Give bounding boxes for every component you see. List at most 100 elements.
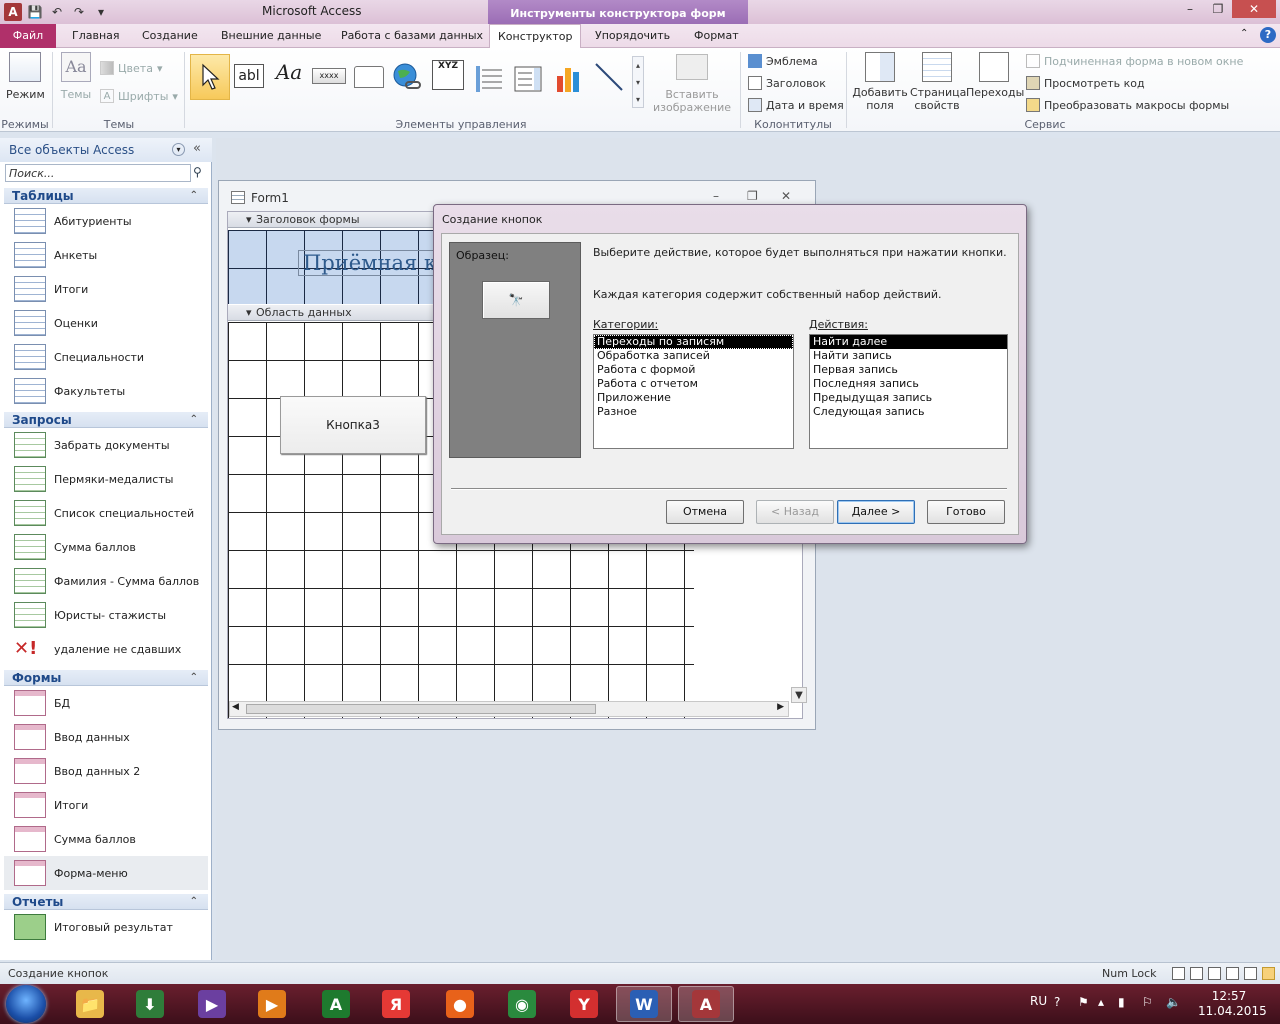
line-control-button[interactable]: [594, 62, 624, 92]
property-sheet-button[interactable]: Страница свойств: [910, 52, 966, 112]
nav-item[interactable]: Итоги: [4, 788, 208, 822]
taskbar-app-access[interactable]: A: [678, 986, 734, 1022]
nav-section-tables[interactable]: Таблицы ⌃: [4, 188, 208, 204]
form-minimize-icon[interactable]: –: [713, 189, 719, 203]
category-item[interactable]: Переходы по записям: [594, 335, 793, 349]
tray-expand-icon[interactable]: ▴: [1098, 995, 1104, 1009]
tray-language[interactable]: RU: [1030, 994, 1047, 1008]
datasheet-view-icon[interactable]: [1190, 967, 1203, 980]
category-item[interactable]: Работа с отчетом: [594, 377, 793, 391]
section-collapse-icon[interactable]: ⌃: [190, 188, 198, 204]
help-icon[interactable]: ?: [1260, 27, 1276, 43]
gallery-scroll[interactable]: ▴ ▾ ▾: [632, 56, 644, 108]
tab-home[interactable]: Главная: [64, 24, 128, 48]
actions-listbox[interactable]: Найти далее Найти запись Первая запись Посл…: [809, 334, 1008, 449]
pivot-view-icon[interactable]: [1244, 967, 1257, 980]
cancel-button[interactable]: Отмена: [666, 500, 744, 524]
nav-item[interactable]: Форма-меню: [4, 856, 208, 890]
hyperlink-control-button[interactable]: [392, 62, 422, 92]
taskbar-app-yandex[interactable]: Я: [368, 986, 424, 1022]
section-collapse-icon[interactable]: ⌃: [190, 670, 198, 686]
undo-icon[interactable]: ↶: [48, 3, 66, 21]
tab-order-button[interactable]: Переходы: [966, 52, 1024, 99]
design-view-active-icon[interactable]: [1262, 967, 1275, 980]
chart-control-button[interactable]: [554, 62, 586, 94]
nav-menu-chevron-icon[interactable]: ▾: [172, 143, 185, 156]
taskbar-app-download[interactable]: ⬇: [122, 986, 178, 1022]
label-control-button[interactable]: Aa: [272, 60, 306, 88]
nav-item[interactable]: Список специальностей: [4, 496, 208, 530]
nav-item[interactable]: БД: [4, 686, 208, 720]
subform-new-window-button[interactable]: Подчиненная форма в новом окне: [1026, 51, 1243, 71]
scroll-right-icon[interactable]: ▶: [777, 702, 784, 712]
option-group-button[interactable]: [474, 64, 504, 94]
form-command-button[interactable]: Кнопка3: [280, 396, 426, 454]
nav-item[interactable]: Сумма баллов: [4, 822, 208, 856]
search-icon[interactable]: ⚲: [193, 165, 202, 179]
nav-item[interactable]: Специальности: [4, 340, 208, 374]
start-button-icon[interactable]: [6, 985, 46, 1023]
nav-header[interactable]: Все объекты Access ▾ «: [0, 138, 212, 162]
action-item[interactable]: Найти запись: [810, 349, 1007, 363]
navigation-control-button[interactable]: XYZ: [432, 60, 464, 90]
category-item[interactable]: Обработка записей: [594, 349, 793, 363]
close-icon[interactable]: ✕: [1232, 0, 1276, 18]
restore-icon[interactable]: ❐: [1204, 0, 1232, 18]
convert-macros-button[interactable]: Преобразовать макросы формы: [1026, 95, 1229, 115]
fonts-button[interactable]: A Шрифты ▾: [100, 86, 178, 106]
nav-item[interactable]: Итоговый результат: [4, 910, 208, 944]
back-button[interactable]: < Назад: [756, 500, 834, 524]
taskbar-app-explorer[interactable]: 📁: [62, 986, 118, 1022]
view-code-button[interactable]: Просмотреть код: [1026, 73, 1145, 93]
form-title-label[interactable]: Приёмная ко: [298, 250, 455, 276]
nav-section-forms[interactable]: Формы ⌃: [4, 670, 208, 686]
taskbar-app-word[interactable]: W: [616, 986, 672, 1022]
taskbar-app-excel-a[interactable]: A: [308, 986, 364, 1022]
button-control-button[interactable]: xxxx: [312, 68, 346, 84]
nav-item[interactable]: Забрать документы: [4, 428, 208, 462]
category-item[interactable]: Разное: [594, 405, 793, 419]
nav-item[interactable]: Итоги: [4, 272, 208, 306]
categories-listbox[interactable]: Переходы по записям Обработка записей Рабо…: [593, 334, 794, 449]
nav-item[interactable]: Анкеты: [4, 238, 208, 272]
tab-control-button[interactable]: [354, 66, 384, 88]
redo-icon[interactable]: ↷: [70, 3, 88, 21]
category-item[interactable]: Приложение: [594, 391, 793, 405]
nav-item[interactable]: Абитуриенты: [4, 204, 208, 238]
nav-section-reports[interactable]: Отчеты ⌃: [4, 894, 208, 910]
themes-button[interactable]: Aa Темы: [58, 52, 94, 101]
tab-format[interactable]: Формат: [686, 24, 747, 48]
form-view-icon[interactable]: [1172, 967, 1185, 980]
tab-create[interactable]: Создание: [134, 24, 206, 48]
design-view-icon[interactable]: [1226, 967, 1239, 980]
nav-item[interactable]: Сумма баллов: [4, 530, 208, 564]
finish-button[interactable]: Готово: [927, 500, 1005, 524]
nav-item[interactable]: Ввод данных 2: [4, 754, 208, 788]
combo-box-control-button[interactable]: [514, 64, 544, 94]
taskbar-app-chrome[interactable]: ◉: [494, 986, 550, 1022]
tab-database-tools[interactable]: Работа с базами данных: [333, 24, 491, 48]
action-item[interactable]: Предыдущая запись: [810, 391, 1007, 405]
nav-item[interactable]: ✕! удаление не сдавших: [4, 632, 208, 666]
taskbar-app-visual-studio[interactable]: ▶: [184, 986, 240, 1022]
collapse-nav-icon[interactable]: «: [193, 141, 201, 156]
select-pointer-button[interactable]: [190, 54, 230, 100]
tray-volume-icon[interactable]: 🔈: [1166, 995, 1181, 1009]
add-fields-button[interactable]: Добавить поля: [852, 52, 908, 112]
text-box-control-button[interactable]: abl: [234, 64, 264, 88]
nav-section-queries[interactable]: Запросы ⌃: [4, 412, 208, 428]
nav-item[interactable]: Фамилия - Сумма баллов: [4, 564, 208, 598]
nav-item[interactable]: Ввод данных: [4, 720, 208, 754]
tray-help-icon[interactable]: ?: [1054, 995, 1060, 1009]
logo-button[interactable]: Эмблема: [748, 51, 818, 71]
tray-action-center-icon[interactable]: ⚐: [1142, 995, 1153, 1009]
taskbar-app-media[interactable]: ▶: [244, 986, 300, 1022]
action-item[interactable]: Найти далее: [810, 335, 1007, 349]
save-icon[interactable]: 💾: [26, 3, 44, 21]
section-collapse-icon[interactable]: ⌃: [190, 894, 198, 910]
action-item[interactable]: Последняя запись: [810, 377, 1007, 391]
mode-button[interactable]: Режим: [6, 52, 45, 101]
horizontal-scrollbar[interactable]: ◀ ▶: [229, 701, 789, 717]
title-button[interactable]: Заголовок: [748, 73, 826, 93]
taskbar-app-yandex-browser[interactable]: Y: [556, 986, 612, 1022]
